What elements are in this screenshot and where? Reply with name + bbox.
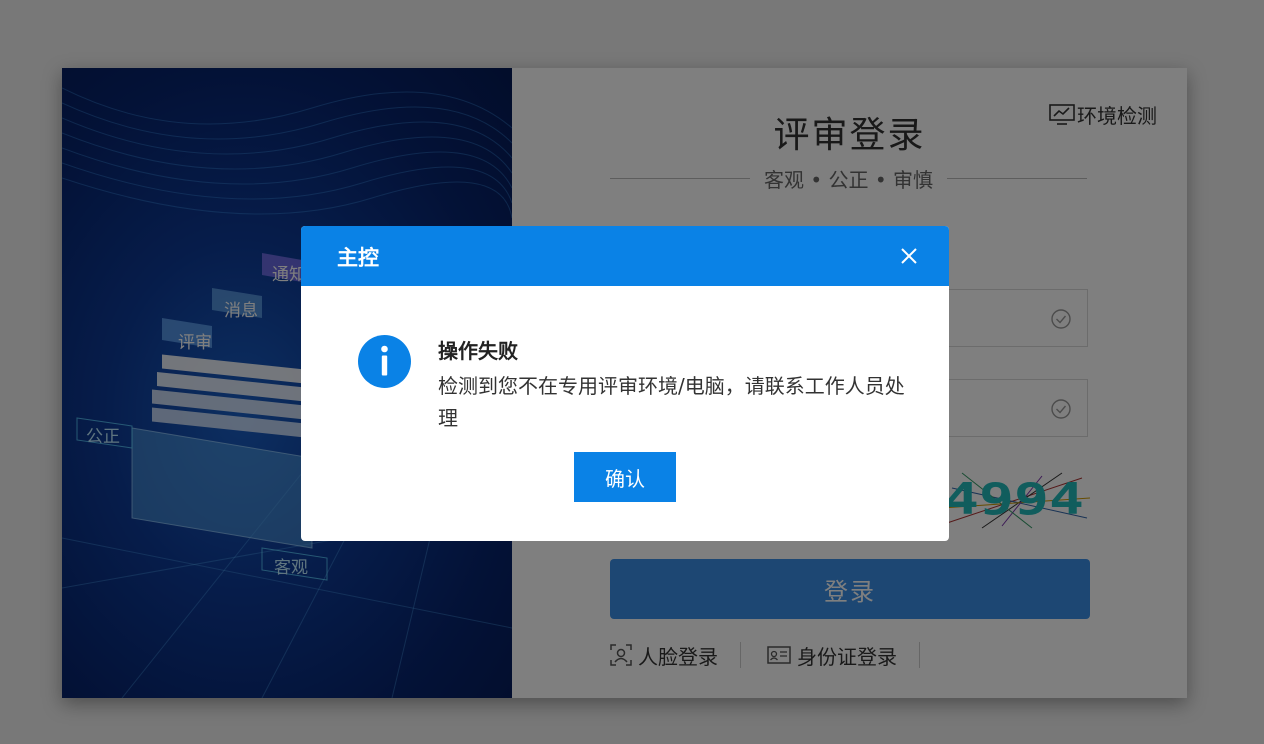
message-body: 检测到您不在专用评审环境/电脑，请联系工作人员处理	[438, 374, 905, 430]
info-icon	[358, 335, 411, 388]
dialog-title: 主控	[337, 246, 379, 270]
message-title: 操作失败	[438, 339, 518, 363]
error-dialog: 主控 操作失败 检测到您不在专用评审环境/电脑，请联系工作人员处理 确认	[301, 226, 949, 541]
close-icon[interactable]	[899, 246, 919, 266]
confirm-button[interactable]: 确认	[574, 452, 676, 502]
dialog-header: 主控	[301, 226, 949, 286]
